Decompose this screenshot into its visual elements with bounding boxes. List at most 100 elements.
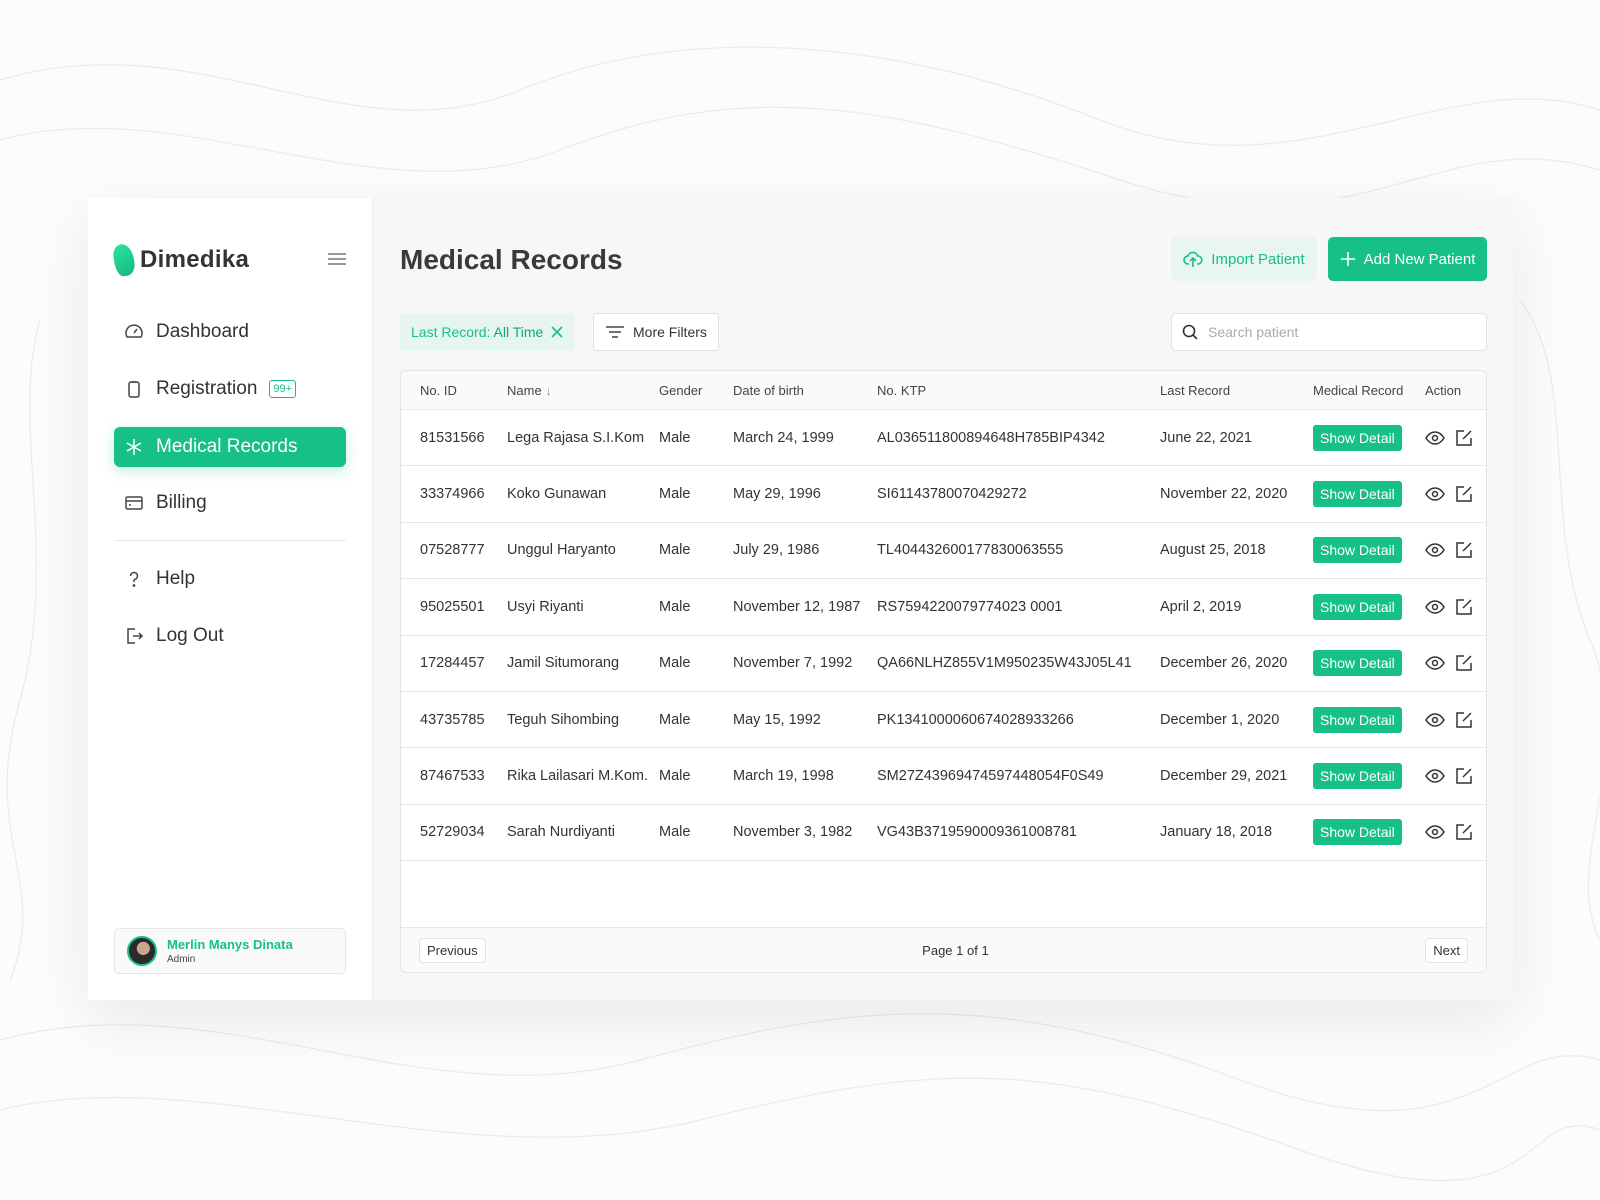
sidebar-item-label: Billing: [156, 492, 207, 513]
logo-icon: [111, 242, 137, 278]
filter-key: Last Record:: [411, 324, 491, 340]
cell-gender: Male: [659, 429, 691, 446]
show-detail-button[interactable]: Show Detail: [1313, 819, 1402, 846]
edit-icon[interactable]: [1455, 541, 1473, 559]
sidebar-item-registration[interactable]: Registration 99+: [114, 369, 346, 409]
sidebar-divider: [114, 540, 346, 541]
table-row: 17284457 Jamil Situmorang Male November 7, …: [401, 636, 1486, 692]
pagination: Previous Page 1 of 1 Next: [401, 927, 1486, 972]
edit-icon[interactable]: [1455, 767, 1473, 785]
cell-gender: Male: [659, 711, 691, 728]
import-patient-button[interactable]: Import Patient: [1171, 237, 1317, 281]
cell-id: 43735785: [420, 711, 485, 728]
show-detail-button[interactable]: Show Detail: [1313, 650, 1402, 677]
filter-value: All Time: [493, 324, 544, 340]
show-detail-button[interactable]: Show Detail: [1313, 424, 1402, 451]
more-filters-button[interactable]: More Filters: [593, 313, 719, 351]
card-icon: [125, 496, 143, 510]
cell-id: 52729034: [420, 824, 485, 841]
cell-gender: Male: [659, 768, 691, 785]
show-detail-button[interactable]: Show Detail: [1313, 481, 1402, 508]
eye-icon[interactable]: [1425, 430, 1445, 445]
sidebar-item-medical-records[interactable]: Medical Records: [114, 427, 346, 467]
show-detail-button[interactable]: Show Detail: [1313, 763, 1402, 790]
col-name[interactable]: Name ↓: [507, 383, 659, 398]
eye-icon[interactable]: [1425, 656, 1445, 671]
cell-dob: May 29, 1996: [733, 486, 821, 503]
eye-icon[interactable]: [1425, 543, 1445, 558]
next-button[interactable]: Next: [1425, 937, 1468, 963]
last-record-filter-chip[interactable]: Last Record: All Time: [400, 313, 575, 351]
main-content: Medical Records Import Patient Add New P…: [373, 198, 1513, 1000]
show-detail-button[interactable]: Show Detail: [1313, 537, 1402, 564]
edit-icon[interactable]: [1455, 823, 1473, 841]
eye-icon[interactable]: [1425, 487, 1445, 501]
show-detail-button[interactable]: Show Detail: [1313, 593, 1402, 620]
patients-table: No. ID Name ↓ Gender Date of birth No. K…: [400, 370, 1487, 973]
sidebar-item-logout[interactable]: Log Out: [114, 616, 346, 656]
page-title: Medical Records: [400, 244, 623, 275]
sidebar-item-billing[interactable]: Billing: [114, 483, 346, 523]
eye-icon[interactable]: [1425, 825, 1445, 840]
add-new-patient-button[interactable]: Add New Patient: [1328, 237, 1487, 281]
cell-dob: November 7, 1992: [733, 655, 853, 672]
col-dob[interactable]: Date of birth: [733, 383, 877, 398]
cell-last-record: December 1, 2020: [1160, 711, 1280, 728]
asterisk-icon: [126, 439, 142, 455]
cell-id: 17284457: [420, 655, 485, 672]
cell-name: Sarah Nurdiyanti: [507, 824, 615, 841]
edit-icon[interactable]: [1455, 485, 1473, 503]
col-gender[interactable]: Gender: [659, 383, 733, 398]
col-ktp[interactable]: No. KTP: [877, 383, 1160, 398]
cell-id: 87467533: [420, 768, 485, 785]
menu-toggle-icon[interactable]: [328, 253, 346, 268]
cell-last-record: December 26, 2020: [1160, 655, 1288, 672]
table-row: 52729034 Sarah Nurdiyanti Male November 3, …: [401, 805, 1486, 862]
cell-name: Unggul Haryanto: [507, 542, 616, 559]
cell-name: Koko Gunawan: [507, 486, 607, 503]
cell-dob: November 12, 1987: [733, 598, 861, 615]
eye-icon[interactable]: [1425, 769, 1445, 783]
sidebar-item-label: Medical Records: [156, 436, 298, 457]
eye-icon[interactable]: [1425, 600, 1445, 614]
eye-icon[interactable]: [1425, 712, 1445, 727]
cell-last-record: August 25, 2018: [1160, 542, 1266, 559]
search-box[interactable]: [1171, 313, 1487, 351]
cell-ktp: TL404432600177830063555: [877, 542, 1064, 559]
edit-icon[interactable]: [1455, 598, 1473, 616]
table-row: 43735785 Teguh Sihombing Male May 15, 1992 P…: [401, 692, 1486, 749]
app-window: Dimedika Dashboard Registration 99+ Medi…: [88, 198, 1513, 1000]
col-no-id[interactable]: No. ID: [420, 383, 507, 398]
cell-id: 33374966: [420, 486, 485, 503]
table-row: 81531566 Lega Rajasa S.I.Kom Male March 24,…: [401, 410, 1486, 467]
page-indicator: Page 1 of 1: [922, 942, 989, 958]
edit-icon[interactable]: [1455, 429, 1473, 447]
edit-icon[interactable]: [1455, 654, 1473, 672]
cell-ktp: SI61143780070429272: [877, 486, 1027, 503]
cell-last-record: January 18, 2018: [1160, 824, 1273, 841]
filter-icon: [606, 326, 624, 338]
col-action: Action: [1425, 382, 1462, 398]
sidebar-item-dashboard[interactable]: Dashboard: [114, 312, 346, 352]
close-icon[interactable]: [551, 326, 563, 338]
cell-ktp: PK1341000060674028933266: [877, 711, 1074, 728]
sidebar-item-label: Registration: [156, 378, 258, 399]
user-profile[interactable]: Merlin Manys Dinata Admin: [114, 928, 346, 974]
col-last-record[interactable]: Last Record: [1160, 383, 1313, 398]
sidebar-item-help[interactable]: Help: [114, 559, 346, 599]
search-icon: [1182, 324, 1198, 340]
cell-id: 95025501: [420, 598, 485, 615]
previous-button[interactable]: Previous: [419, 937, 486, 963]
cell-ktp: VG43B3719590009361008781: [877, 824, 1077, 841]
table-row: 95025501 Usyi Riyanti Male November 12, 198…: [401, 579, 1486, 636]
user-name: Merlin Manys Dinata: [167, 937, 293, 952]
cell-ktp: QA66NLHZ855V1M950235W43J05L41: [877, 655, 1132, 672]
cell-id: 81531566: [420, 429, 485, 446]
cell-name: Rika Lailasari M.Kom.: [507, 768, 649, 785]
table-row: 07528777 Unggul Haryanto Male July 29, 1986…: [401, 523, 1486, 580]
show-detail-button[interactable]: Show Detail: [1313, 706, 1402, 733]
search-input[interactable]: [1208, 324, 1468, 340]
cell-gender: Male: [659, 542, 691, 559]
edit-icon[interactable]: [1455, 711, 1473, 729]
table-row: 87467533 Rika Lailasari M.Kom. Male March 1…: [401, 748, 1486, 805]
